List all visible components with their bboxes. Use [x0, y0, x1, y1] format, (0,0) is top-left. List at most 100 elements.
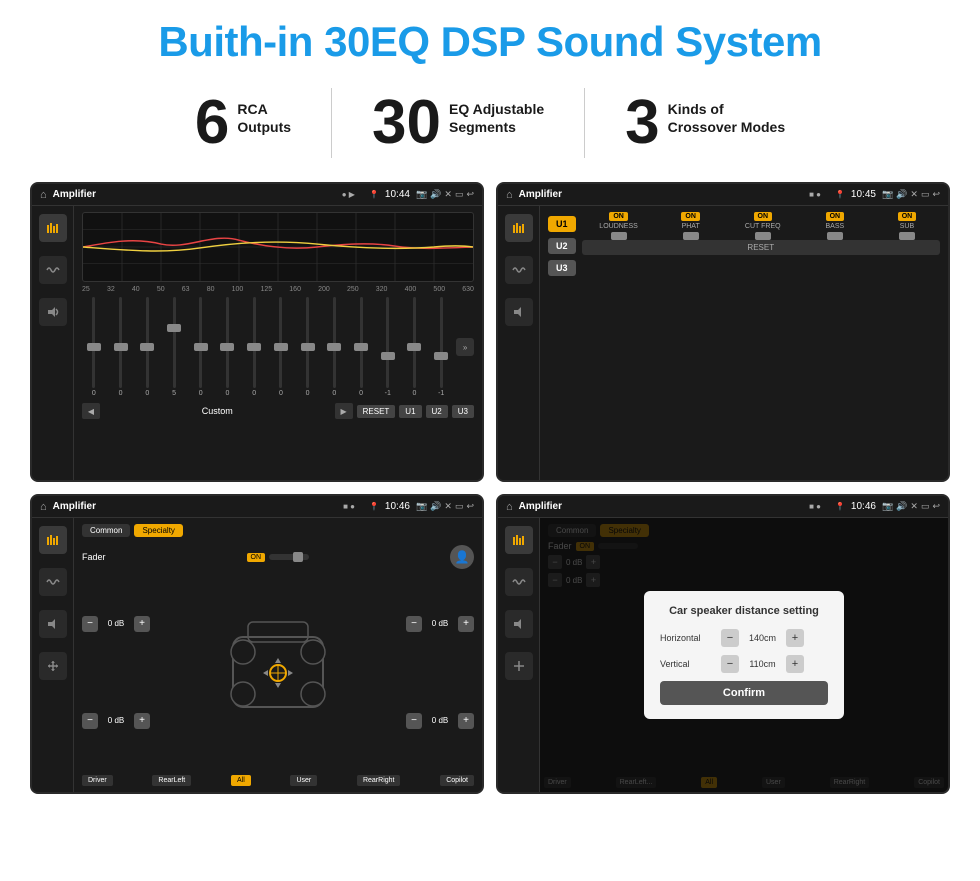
- amp-channel-phat: ON PHAT: [658, 212, 724, 232]
- eq-u3-btn[interactable]: U3: [452, 405, 474, 418]
- amp-u1-btn[interactable]: U1: [548, 216, 576, 232]
- amp-home-icon[interactable]: ⌂: [506, 189, 513, 201]
- zone-copilot-btn[interactable]: Copilot: [440, 775, 474, 786]
- eq-slider-8[interactable]: 0: [269, 297, 293, 397]
- freq-500: 500: [433, 286, 445, 293]
- amp-channel-headers: ON LOUDNESS ON PHAT: [582, 212, 940, 232]
- eq-u2-btn[interactable]: U2: [426, 405, 448, 418]
- eq-slider-13[interactable]: 0: [403, 297, 427, 397]
- amp-back-icon: ↩: [932, 189, 940, 200]
- amp-sidebar-wave-btn[interactable]: [505, 256, 533, 284]
- fader-tabs: Common Specialty: [82, 524, 474, 537]
- fader-tab-common[interactable]: Common: [82, 524, 130, 537]
- eq-slider-4[interactable]: 5: [162, 297, 186, 397]
- vol-br-value: 0 dB: [426, 716, 454, 725]
- amp-camera-icon: 📷: [882, 189, 893, 200]
- amp-sidebar-vol-btn[interactable]: [505, 298, 533, 326]
- amp-u2-btn[interactable]: U2: [548, 238, 576, 254]
- eq-slider-9[interactable]: 0: [296, 297, 320, 397]
- eq-prev-btn[interactable]: ◀: [82, 403, 100, 419]
- phat-label: PHAT: [682, 223, 700, 230]
- expand-icon[interactable]: »: [456, 338, 474, 356]
- dialog-horizontal-minus[interactable]: −: [721, 629, 739, 647]
- dialog-volume-icon: 🔊: [896, 501, 907, 512]
- zone-user-btn[interactable]: User: [290, 775, 317, 786]
- dialog-horizontal-plus[interactable]: +: [786, 629, 804, 647]
- vol-tr-plus[interactable]: +: [458, 616, 474, 632]
- fader-sidebar-arrows-btn[interactable]: [39, 652, 67, 680]
- eq-u1-btn[interactable]: U1: [399, 405, 421, 418]
- freq-100: 100: [232, 286, 244, 293]
- amp-topbar-dots: ■ ●: [809, 190, 821, 199]
- dialog-vertical-plus[interactable]: +: [786, 655, 804, 673]
- fader-zone-row: Driver RearLeft All User RearRight Copil…: [82, 775, 474, 786]
- dialog-sidebar-eq-btn[interactable]: [505, 526, 533, 554]
- dialog-sidebar: [498, 518, 540, 792]
- stat-line1-crossover: Kinds of: [668, 100, 785, 118]
- fader-sidebar-eq-btn[interactable]: [39, 526, 67, 554]
- dialog-sidebar-arrows-btn[interactable]: [505, 652, 533, 680]
- eq-slider-1[interactable]: 0: [82, 297, 106, 397]
- fader-home-icon[interactable]: ⌂: [40, 501, 47, 513]
- eq-slider-5[interactable]: 0: [189, 297, 213, 397]
- vol-bl-plus[interactable]: +: [134, 713, 150, 729]
- fader-sidebar-vol-btn[interactable]: [39, 610, 67, 638]
- fader-topbar-title: Amplifier: [53, 501, 337, 512]
- vol-bl-minus[interactable]: −: [82, 713, 98, 729]
- eq-slider-12[interactable]: -1: [376, 297, 400, 397]
- dialog-home-icon[interactable]: ⌂: [506, 501, 513, 513]
- amp-reset-btn[interactable]: RESET: [582, 240, 940, 255]
- eq-sidebar-eq-btn[interactable]: [39, 214, 67, 242]
- eq-slider-2[interactable]: 0: [109, 297, 133, 397]
- fader-sidebar-wave-btn[interactable]: [39, 568, 67, 596]
- dialog-vertical-minus[interactable]: −: [721, 655, 739, 673]
- fader-vol-br: − 0 dB +: [406, 713, 474, 729]
- zone-rearright-btn[interactable]: RearRight: [357, 775, 401, 786]
- home-icon[interactable]: ⌂: [40, 189, 47, 201]
- fader-tab-specialty[interactable]: Specialty: [134, 524, 182, 537]
- fader-header: Fader ON 👤: [82, 545, 474, 569]
- eq-slider-10[interactable]: 0: [322, 297, 346, 397]
- eq-sidebar-vol-btn[interactable]: [39, 298, 67, 326]
- fader-topbar-time: 10:46: [385, 501, 410, 512]
- zone-all-btn[interactable]: All: [231, 775, 251, 786]
- vol-br-plus[interactable]: +: [458, 713, 474, 729]
- eq-slider-3[interactable]: 0: [135, 297, 159, 397]
- vol-tl-minus[interactable]: −: [82, 616, 98, 632]
- dialog-confirm-button[interactable]: Confirm: [660, 681, 828, 705]
- eq-screen-content: 25 32 40 50 63 80 100 125 160 200 250 32…: [32, 206, 482, 480]
- eq-topbar: ⌂ Amplifier ● ▶ 📍 10:44 📷 🔊 ✕ ▭ ↩: [32, 184, 482, 206]
- dialog-sidebar-wave-btn[interactable]: [505, 568, 533, 596]
- amp-screen-content: U1 U2 U3 ON LOUDNESS: [498, 206, 948, 480]
- amp-u3-btn[interactable]: U3: [548, 260, 576, 276]
- vol-br-minus[interactable]: −: [406, 713, 422, 729]
- eq-slider-14[interactable]: -1: [429, 297, 453, 397]
- amp-volume-icon: 🔊: [896, 189, 907, 200]
- fader-person-icon[interactable]: 👤: [450, 545, 474, 569]
- zone-rearleft-btn[interactable]: RearLeft: [152, 775, 191, 786]
- dialog-field-horizontal: Horizontal − 140cm +: [660, 629, 828, 647]
- freq-630: 630: [462, 286, 474, 293]
- eq-next-btn[interactable]: ▶: [335, 403, 353, 419]
- amp-channel-cutfreq: ON CUT FREQ: [730, 212, 796, 232]
- amp-channels-area: ON LOUDNESS ON PHAT: [582, 212, 940, 474]
- eq-sidebar-wave-btn[interactable]: [39, 256, 67, 284]
- vol-tl-value: 0 dB: [102, 619, 130, 628]
- vol-tl-plus[interactable]: +: [134, 616, 150, 632]
- fader-topbar-dots: ■ ●: [343, 502, 355, 511]
- dialog-sidebar-vol-btn[interactable]: [505, 610, 533, 638]
- amp-sidebar-eq-btn[interactable]: [505, 214, 533, 242]
- eq-slider-11[interactable]: 0: [349, 297, 373, 397]
- freq-25: 25: [82, 286, 90, 293]
- stat-line2-crossover: Crossover Modes: [668, 118, 785, 136]
- eq-slider-6[interactable]: 0: [216, 297, 240, 397]
- eq-reset-btn[interactable]: RESET: [357, 405, 396, 418]
- eq-slider-7[interactable]: 0: [242, 297, 266, 397]
- amp-location-icon: 📍: [835, 190, 845, 199]
- zone-driver-btn[interactable]: Driver: [82, 775, 113, 786]
- eq-labels-row: 25 32 40 50 63 80 100 125 160 200 250 32…: [82, 286, 474, 293]
- vol-tr-minus[interactable]: −: [406, 616, 422, 632]
- fader-left-vols: − 0 dB + − 0 dB +: [82, 577, 150, 767]
- dialog-back-icon: ↩: [932, 501, 940, 512]
- fader-slider[interactable]: [269, 554, 309, 560]
